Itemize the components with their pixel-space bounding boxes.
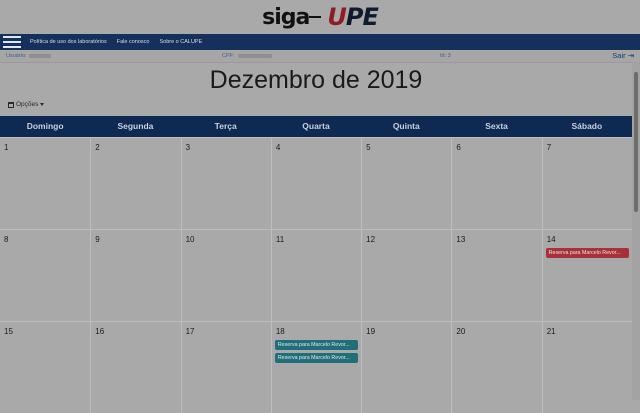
logout-button[interactable]: Sair ⇥	[612, 51, 634, 60]
weekday-header: Sexta	[485, 121, 508, 131]
calendar-day-cell[interactable]: 2	[90, 138, 180, 229]
day-number[interactable]: 15	[4, 327, 13, 336]
options-label: Opções	[16, 101, 39, 108]
day-number[interactable]: 6	[456, 143, 460, 152]
weekday-header: Domingo	[26, 121, 64, 131]
day-number[interactable]: 19	[366, 327, 375, 336]
nav-links: Política de uso dos laboratórios Fale co…	[30, 34, 202, 50]
calendar-day-cell[interactable]: 13	[451, 230, 541, 321]
calendar-event[interactable]: Reserva para Marcelo Revor...	[274, 353, 359, 363]
day-number[interactable]: 7	[547, 143, 551, 152]
user-id: Id: 3	[440, 53, 451, 59]
calendar-week-row: 1 2 3 4 5 6 7	[0, 137, 632, 229]
site-header: siga UPE	[0, 0, 640, 34]
logout-icon: ⇥	[627, 51, 634, 60]
calendar-day-cell[interactable]: 19	[361, 322, 451, 413]
hamburger-menu-icon[interactable]	[3, 36, 21, 48]
options-dropdown[interactable]: Opções	[8, 101, 45, 108]
day-number[interactable]: 11	[276, 235, 284, 244]
logout-label: Sair	[612, 51, 626, 60]
calendar-week-row: 8 9 10 11 12 13 14 Reserva para Marcelo Revor..…	[0, 229, 632, 321]
redacted-cpf	[237, 53, 272, 58]
calendar-day-cell[interactable]: 1	[0, 138, 90, 229]
weekday-header: Quinta	[392, 121, 420, 131]
calendar-week-row: 15 16 17 18 Reserva para Marcelo Revor... Res…	[0, 321, 632, 413]
upe-logo-pe: PE	[345, 3, 379, 31]
calendar-day-cell[interactable]: 20	[451, 322, 541, 413]
user-label: Usuário:	[6, 53, 27, 59]
top-navbar: Política de uso dos laboratórios Fale co…	[0, 34, 640, 50]
calendar-day-cell[interactable]: 10	[180, 230, 271, 321]
calendar-day-cell[interactable]: 17	[180, 322, 271, 413]
user-cpf-field: CPF:	[222, 53, 272, 59]
day-number[interactable]: 5	[366, 143, 370, 152]
weekday-header: Quarta	[302, 121, 330, 131]
user-name-field: Usuário:	[6, 53, 52, 59]
day-number[interactable]: 17	[186, 327, 195, 336]
nav-link-politica[interactable]: Política de uso dos laboratórios	[30, 39, 107, 45]
cpf-label: CPF:	[222, 53, 235, 59]
day-number[interactable]: 16	[95, 327, 104, 336]
calendar-day-cell[interactable]: 8	[0, 230, 90, 321]
day-number[interactable]: 8	[4, 235, 8, 244]
calendar-icon	[8, 101, 14, 108]
calendar-event[interactable]: Reserva para Marcelo Revor...	[274, 340, 359, 350]
weekday-header-row: Domingo Segunda Terça Quarta Quinta Sext…	[0, 116, 632, 137]
calendar-day-cell[interactable]: 4	[270, 138, 361, 229]
day-number[interactable]: 14	[547, 235, 556, 244]
redacted-user-name	[29, 53, 52, 58]
main-content: Dezembro de 2019 Opções Domingo Segunda …	[0, 62, 632, 413]
calendar-day-cell[interactable]: 16	[90, 322, 180, 413]
siga-logo-text: siga	[262, 4, 310, 30]
day-number[interactable]: 13	[456, 235, 465, 244]
upe-logo-u: U	[327, 3, 346, 31]
calendar-title: Dezembro de 2019	[209, 66, 423, 94]
day-number[interactable]: 4	[276, 143, 280, 152]
day-number[interactable]: 10	[186, 235, 195, 244]
calendar-day-cell[interactable]: 5	[361, 138, 451, 229]
scrollbar-thumb[interactable]	[634, 72, 638, 212]
month-calendar: Domingo Segunda Terça Quarta Quinta Sext…	[0, 116, 632, 413]
day-number[interactable]: 3	[186, 143, 190, 152]
day-number[interactable]: 21	[547, 327, 556, 336]
calendar-day-cell[interactable]: 9	[90, 230, 180, 321]
vertical-scrollbar[interactable]	[632, 62, 640, 400]
day-number[interactable]: 2	[95, 143, 99, 152]
calendar-day-cell[interactable]: 7	[541, 138, 632, 229]
calendar-day-cell[interactable]: 11	[270, 230, 361, 321]
calendar-day-cell[interactable]: 3	[180, 138, 271, 229]
weekday-header: Sábado	[571, 121, 603, 131]
arrow-icon	[309, 16, 322, 18]
calendar-weeks: 1 2 3 4 5 6 7 8 9 10 11 12 13 14 Reserva para Marcelo …	[0, 137, 632, 413]
weekday-header: Terça	[214, 121, 237, 131]
calendar-day-cell[interactable]: 18 Reserva para Marcelo Revor... Reserva p…	[270, 322, 361, 413]
calendar-event[interactable]: Reserva para Marcelo Revor...	[545, 248, 629, 258]
calendar-day-cell[interactable]: 21	[541, 322, 632, 413]
day-number[interactable]: 18	[276, 327, 285, 336]
calendar-day-cell[interactable]: 6	[451, 138, 541, 229]
calendar-day-cell[interactable]: 15	[0, 322, 90, 413]
nav-link-fale-conosco[interactable]: Fale conosco	[117, 39, 150, 45]
chevron-down-icon	[40, 103, 45, 106]
calendar-day-cell[interactable]: 14 Reserva para Marcelo Revor...	[541, 230, 632, 321]
siga-upe-logo[interactable]: siga UPE	[0, 3, 640, 31]
calendar-day-cell[interactable]: 12	[361, 230, 451, 321]
day-number[interactable]: 20	[456, 327, 465, 336]
weekday-header: Segunda	[117, 121, 154, 131]
day-number[interactable]: 12	[366, 235, 375, 244]
nav-link-sobre[interactable]: Sobre o CALUPE	[159, 39, 202, 45]
day-number[interactable]: 1	[4, 143, 8, 152]
day-number[interactable]: 9	[95, 235, 99, 244]
upe-logo-text: UPE	[327, 3, 379, 31]
